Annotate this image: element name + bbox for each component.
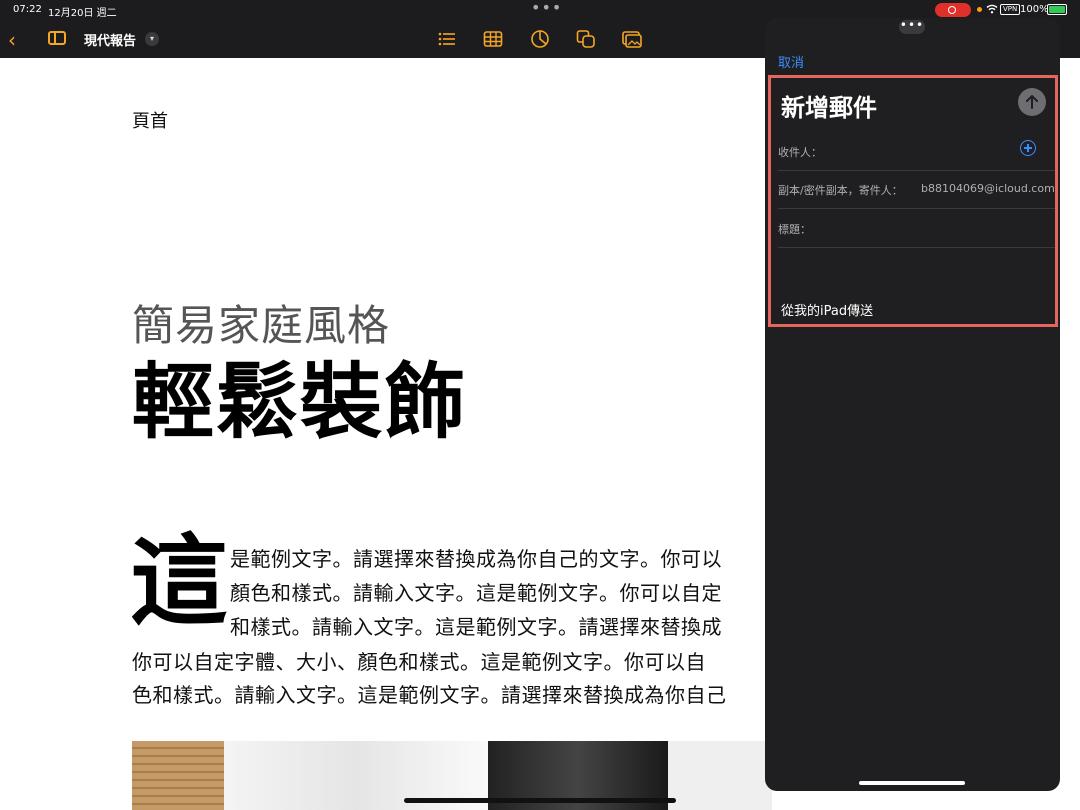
body-text-line[interactable]: 色和樣式。請輸入文字。這是範例文字。請選擇來替換成為你自己	[132, 679, 727, 708]
battery-icon	[1047, 4, 1067, 15]
table-icon[interactable]	[483, 29, 503, 49]
body-text-line[interactable]: 你可以自定字體、大小、顏色和樣式。這是範例文字。你可以自	[132, 646, 706, 675]
arrow-up-icon	[1026, 95, 1038, 109]
document-title[interactable]: 現代報告	[84, 30, 136, 49]
body-text-line[interactable]: 顏色和樣式。請輸入文字。這是範例文字。你可以自定	[230, 577, 722, 606]
wifi-icon	[986, 4, 998, 14]
page-header-text[interactable]: 頁首	[132, 107, 168, 133]
photo-white-area	[668, 741, 772, 810]
subject-label[interactable]: 標題：	[778, 221, 811, 237]
status-date: 12月20日 週二	[48, 8, 117, 19]
status-bar: 07:22 12月20日 週二 ••• VPN 100%	[0, 0, 1080, 20]
photo-wood-panel	[132, 741, 224, 810]
compose-form: 新增郵件 收件人： 副本/密件副本，寄件人： b88104069@icloud.…	[768, 75, 1058, 327]
body-text-line[interactable]: 和樣式。請輸入文字。這是範例文字。請選擇來替換成	[230, 611, 722, 640]
drop-cap[interactable]: 這	[130, 527, 228, 637]
to-label: 收件人：	[778, 146, 822, 159]
status-time: 07:22	[13, 4, 42, 15]
screen-recording-indicator[interactable]	[935, 3, 971, 17]
divider	[778, 247, 1055, 248]
divider	[778, 208, 1055, 209]
chart-icon[interactable]	[530, 29, 550, 49]
document-heading[interactable]: 輕鬆裝飾	[132, 353, 468, 453]
list-icon[interactable]	[437, 29, 457, 49]
body-text-line[interactable]: 是範例文字。請選擇來替換成為你自己的文字。你可以	[230, 543, 722, 572]
message-body[interactable]: 從我的iPad傳送	[781, 300, 873, 319]
mic-indicator-icon	[977, 7, 982, 12]
mail-compose-panel: ••• 取消 新增郵件 收件人： 副本/密件副本，寄件人： b88104069@…	[765, 18, 1060, 791]
vpn-badge: VPN	[1000, 4, 1021, 15]
compose-title: 新增郵件	[781, 94, 877, 122]
home-indicator[interactable]	[404, 798, 676, 803]
document-subtitle[interactable]: 簡易家庭風格	[132, 292, 390, 353]
sidebar-icon[interactable]	[48, 31, 66, 45]
add-recipient-icon[interactable]	[1020, 140, 1036, 156]
panel-home-indicator[interactable]	[859, 781, 965, 785]
divider	[778, 170, 1055, 171]
chevron-down-icon[interactable]: ▾	[145, 32, 159, 46]
from-address[interactable]: b88104069@icloud.com	[921, 182, 1055, 195]
battery-percent: 100%	[1020, 4, 1049, 15]
shapes-icon[interactable]	[576, 29, 596, 49]
cc-bcc-from-label[interactable]: 副本/密件副本，寄件人：	[778, 182, 903, 198]
multitasking-dots-icon[interactable]: •••	[531, 0, 562, 17]
chevron-left-icon[interactable]: ‹	[8, 28, 16, 52]
media-icon[interactable]	[622, 29, 642, 49]
send-button[interactable]	[1018, 88, 1046, 116]
cancel-button[interactable]: 取消	[778, 52, 804, 71]
multitasking-dots-icon[interactable]: •••	[899, 19, 925, 34]
record-icon	[948, 6, 956, 14]
